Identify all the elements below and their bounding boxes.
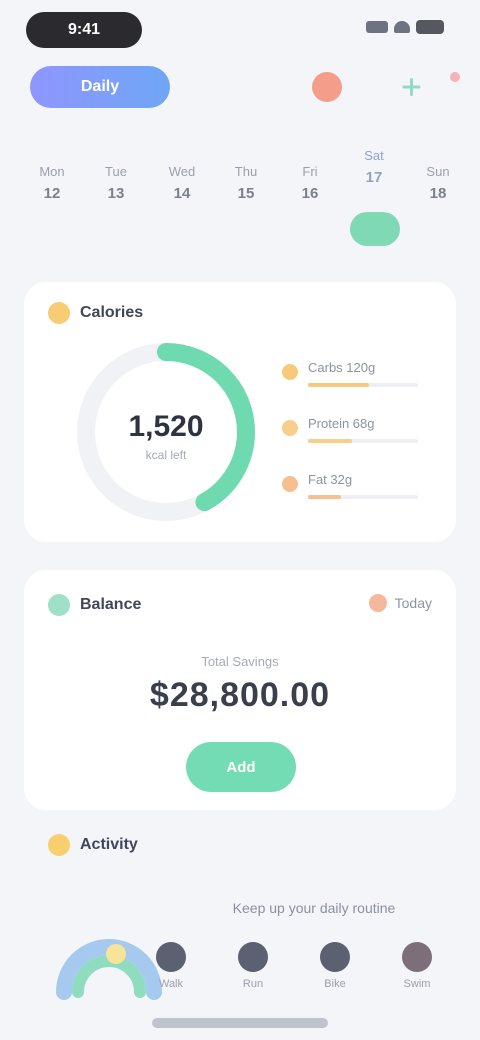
week-strip: Mon 12 Tue 13 Wed 14 Thu 15 Fri 16 Sat 17 Sun 18 <box>18 138 462 258</box>
day-sun[interactable]: Sun 18 <box>412 138 464 238</box>
calorie-ring: 1,520 kcal left <box>66 332 266 532</box>
wifi-icon <box>394 21 410 33</box>
star-icon <box>48 834 70 856</box>
macro-dot-icon <box>282 364 298 380</box>
battery-icon <box>416 20 444 34</box>
activity-item-label: Swim <box>403 978 431 990</box>
day-name: Wed <box>168 164 196 179</box>
macro-bar-fill <box>308 495 341 499</box>
calories-title: Calories <box>80 304 144 321</box>
balance-card-header: Balance <box>48 594 141 616</box>
day-number: 15 <box>237 185 255 202</box>
activity-item-bike[interactable]: Bike <box>308 942 362 990</box>
activity-item-label: Run <box>242 978 264 990</box>
add-funds-button[interactable]: Add <box>186 742 296 792</box>
activity-card: Activity Keep up your daily routine Walk… <box>24 826 456 1026</box>
activity-item-run[interactable]: Run <box>226 942 280 990</box>
macro-item: Protein 68g <box>282 416 442 472</box>
signal-icon <box>366 21 388 33</box>
add-icon[interactable] <box>396 72 426 102</box>
day-name: Fri <box>302 164 318 179</box>
macro-info: Fat 32g <box>308 472 418 499</box>
selected-day-indicator <box>350 212 400 246</box>
brand-button[interactable]: Daily <box>30 66 170 108</box>
macro-bar <box>308 439 418 443</box>
day-number: 14 <box>173 185 191 202</box>
calories-card-header: Calories <box>48 302 143 324</box>
wallet-icon <box>48 594 70 616</box>
notification-icon[interactable] <box>312 72 342 102</box>
status-icons <box>366 20 444 34</box>
activity-item-label: Walk <box>158 978 184 990</box>
balance-title: Balance <box>80 596 142 613</box>
macro-info: Carbs 120g <box>308 360 418 387</box>
day-name: Sun <box>426 164 450 179</box>
macro-bar-fill <box>308 383 369 387</box>
notification-badge <box>450 72 460 82</box>
day-name: Mon <box>39 164 65 179</box>
day-mon[interactable]: Mon 12 <box>26 138 78 238</box>
calories-card[interactable]: Calories 1,520 kcal left Carbs 120g Prote… <box>24 282 456 542</box>
macro-dot-icon <box>282 420 298 436</box>
day-number: 18 <box>429 185 447 202</box>
macro-label: Protein 68g <box>308 416 375 431</box>
app-header: Daily <box>0 58 480 118</box>
walk-icon <box>156 942 186 972</box>
day-number: 12 <box>43 185 61 202</box>
macro-bar-fill <box>308 439 352 443</box>
macro-label: Fat 32g <box>308 472 353 487</box>
macro-dot-icon <box>282 476 298 492</box>
activity-item-walk[interactable]: Walk <box>144 942 198 990</box>
macro-label: Carbs 120g <box>308 360 376 375</box>
activity-list: Walk Run Bike Swim <box>144 942 444 990</box>
balance-card[interactable]: Balance Today Total Savings $28,800.00 A… <box>24 570 456 810</box>
swim-icon <box>402 942 432 972</box>
activity-item-label: Bike <box>324 978 346 990</box>
calorie-value: 1,520 <box>128 410 204 443</box>
macro-info: Protein 68g <box>308 416 418 443</box>
balance-period-label: Today <box>394 595 432 611</box>
flame-icon <box>48 302 70 324</box>
day-fri[interactable]: Fri 16 <box>284 138 336 238</box>
day-number: 17 <box>365 169 383 186</box>
status-bar: 9:41 <box>0 0 480 60</box>
day-number: 13 <box>107 185 125 202</box>
balance-label: Total Savings <box>201 654 279 669</box>
macro-item: Carbs 120g <box>282 360 442 416</box>
macro-list: Carbs 120g Protein 68g Fat 32g <box>282 360 442 528</box>
calendar-icon <box>368 594 387 612</box>
activity-title: Activity <box>80 836 138 853</box>
macro-item: Fat 32g <box>282 472 442 528</box>
activity-headline: Keep up your daily routine <box>232 900 396 916</box>
balance-amount: $28,800.00 <box>149 676 331 714</box>
day-name: Sat <box>364 148 384 163</box>
day-wed[interactable]: Wed 14 <box>156 138 208 238</box>
macro-bar <box>308 383 418 387</box>
balance-period[interactable]: Today <box>368 594 432 612</box>
macro-bar <box>308 495 418 499</box>
home-indicator[interactable] <box>152 1018 328 1028</box>
day-tue[interactable]: Tue 13 <box>90 138 142 238</box>
run-icon <box>238 942 268 972</box>
status-time: 9:41 <box>26 12 142 48</box>
day-name: Tue <box>105 164 127 179</box>
day-thu[interactable]: Thu 15 <box>220 138 272 238</box>
day-number: 16 <box>301 185 319 202</box>
calorie-unit: kcal left <box>145 448 187 462</box>
activity-card-header: Activity <box>48 834 138 856</box>
activity-item-swim[interactable]: Swim <box>390 942 444 990</box>
day-name: Thu <box>234 164 258 179</box>
bike-icon <box>320 942 350 972</box>
